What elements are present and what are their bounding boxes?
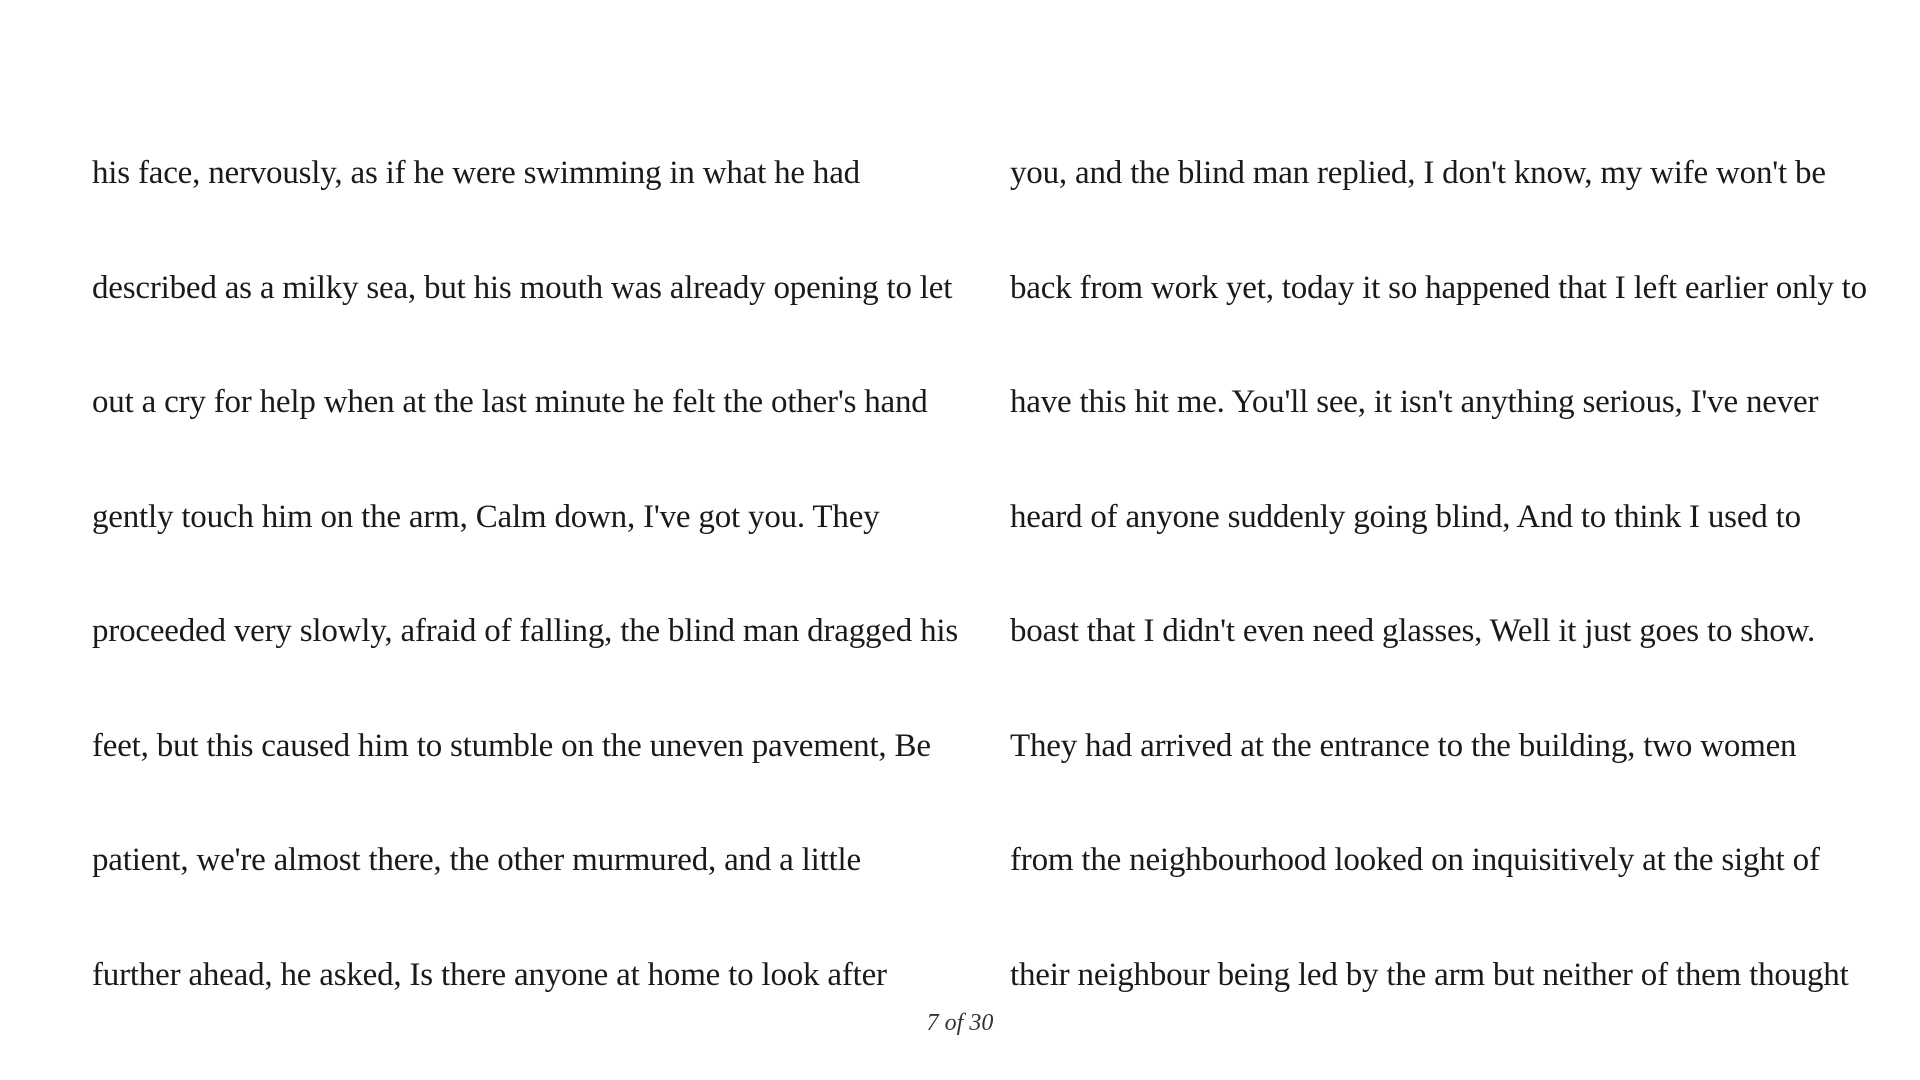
text-line: boast that I didn't even need glasses, W… — [1010, 613, 1816, 649]
text-line: They had arrived at the entrance to the … — [1010, 727, 1797, 764]
text-line: proceeded very slowly, afraid of falling… — [92, 613, 959, 649]
page-indicator: 7 of 30 — [926, 1010, 994, 1036]
text-line: described as a milky sea, but his mouth … — [92, 269, 953, 306]
text-line: back from work yet, today it so happened… — [1010, 269, 1867, 306]
text-line: out a cry for help when at the last minu… — [92, 384, 928, 420]
text-line: heard of anyone suddenly going blind, An… — [1010, 498, 1801, 535]
text-line: have this hit me. You'll see, it isn't a… — [1010, 384, 1819, 420]
text-line: his face, nervously, as if he were swimm… — [92, 155, 860, 191]
text-line: you, and the blind man replied, I don't … — [1010, 155, 1826, 191]
ebook-reader-page: his face, nervously, as if he were swimm… — [0, 0, 1920, 1080]
text-line: gently touch him on the arm, Calm down, … — [92, 498, 880, 535]
text-line: from the neighbourhood looked on inquisi… — [1010, 842, 1820, 878]
right-text-column: you, and the blind man replied, I don't … — [1010, 125, 1867, 1041]
text-line: feet, but this caused him to stumble on … — [92, 727, 931, 764]
left-text-column: his face, nervously, as if he were swimm… — [92, 125, 959, 1041]
text-line: patient, we're almost there, the other m… — [92, 842, 861, 878]
